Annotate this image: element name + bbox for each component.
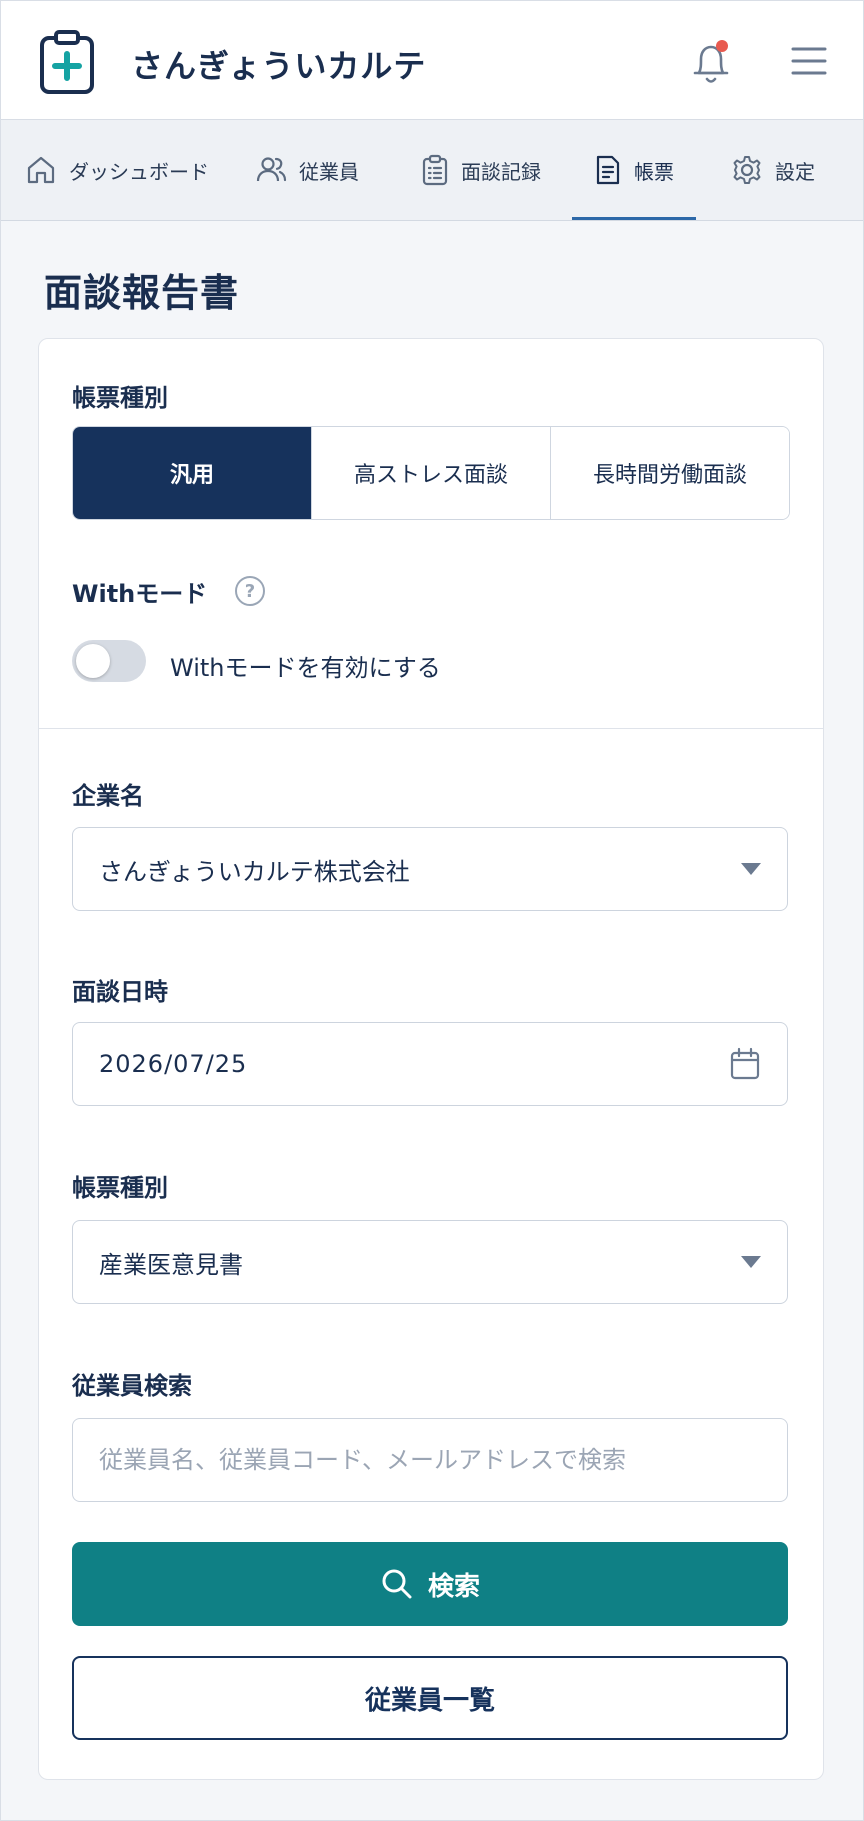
app-header: さんぎょういカルテ xyxy=(1,1,863,120)
users-icon xyxy=(256,157,287,182)
chevron-down-icon xyxy=(741,1256,761,1268)
nav-tab-settings[interactable]: 設定 xyxy=(731,120,815,220)
employee-list-button[interactable]: 従業員一覧 xyxy=(72,1656,788,1740)
clipboard-list-icon xyxy=(422,154,448,186)
nav-tab-dashboard[interactable]: ダッシュボード xyxy=(25,120,209,220)
form-type-segmented-control: 汎用 高ストレス面談 長時間労働面談 xyxy=(72,426,790,520)
home-icon xyxy=(27,156,55,184)
hamburger-menu-icon[interactable] xyxy=(791,45,827,77)
interview-date-value: 2026/07/25 xyxy=(99,1050,248,1078)
document-type-value: 産業医意見書 xyxy=(99,1250,243,1279)
nav-tab-label: 面談記録 xyxy=(461,159,541,184)
segment-general[interactable]: 汎用 xyxy=(73,427,311,519)
nav-tab-label: 設定 xyxy=(775,159,815,184)
toggle-knob xyxy=(76,644,110,678)
page-title: 面談報告書 xyxy=(44,271,240,315)
with-mode-label: Withモード xyxy=(72,580,208,608)
app-title: さんぎょういカルテ xyxy=(131,47,427,85)
section-divider xyxy=(38,728,824,729)
with-mode-toggle-label: Withモードを有効にする xyxy=(170,654,441,682)
notification-bell-icon[interactable] xyxy=(687,39,735,89)
nav-tab-label: 従業員 xyxy=(299,159,359,184)
with-mode-toggle[interactable] xyxy=(72,640,146,682)
document-type-select[interactable]: 産業医意見書 xyxy=(72,1220,788,1304)
nav-tab-label: 帳票 xyxy=(634,159,674,184)
employee-search-label: 従業員検索 xyxy=(72,1372,192,1400)
nav-tab-forms[interactable]: 帳票 xyxy=(572,120,696,220)
nav-tab-label: ダッシュボード xyxy=(69,159,209,184)
document-type-label: 帳票種別 xyxy=(72,1174,168,1202)
segment-long-hours[interactable]: 長時間労働面談 xyxy=(550,427,789,519)
notification-dot xyxy=(716,40,728,52)
main-nav: ダッシュボード 従業員 面談記録 帳票 設定 xyxy=(1,120,863,221)
form-type-label: 帳票種別 xyxy=(72,384,168,412)
company-label: 企業名 xyxy=(72,782,144,810)
nav-tab-interview-records[interactable]: 面談記録 xyxy=(421,120,541,220)
clipboard-plus-logo-icon[interactable] xyxy=(39,29,95,95)
gear-icon xyxy=(733,156,761,184)
employee-search-input[interactable] xyxy=(72,1418,788,1502)
company-select[interactable]: さんぎょういカルテ株式会社 xyxy=(72,827,788,911)
company-select-value: さんぎょういカルテ株式会社 xyxy=(99,857,410,886)
chevron-down-icon xyxy=(741,863,761,875)
segment-high-stress[interactable]: 高ストレス面談 xyxy=(311,427,550,519)
document-icon xyxy=(596,155,620,185)
interview-date-input[interactable]: 2026/07/25 xyxy=(72,1022,788,1106)
search-button-label: 検索 xyxy=(427,1571,480,1602)
calendar-icon[interactable] xyxy=(729,1047,761,1081)
search-icon xyxy=(382,1569,412,1599)
search-button[interactable]: 検索 xyxy=(72,1542,788,1626)
interview-date-label: 面談日時 xyxy=(72,978,168,1006)
help-icon[interactable]: ? xyxy=(235,576,265,606)
nav-tab-employees[interactable]: 従業員 xyxy=(255,120,359,220)
